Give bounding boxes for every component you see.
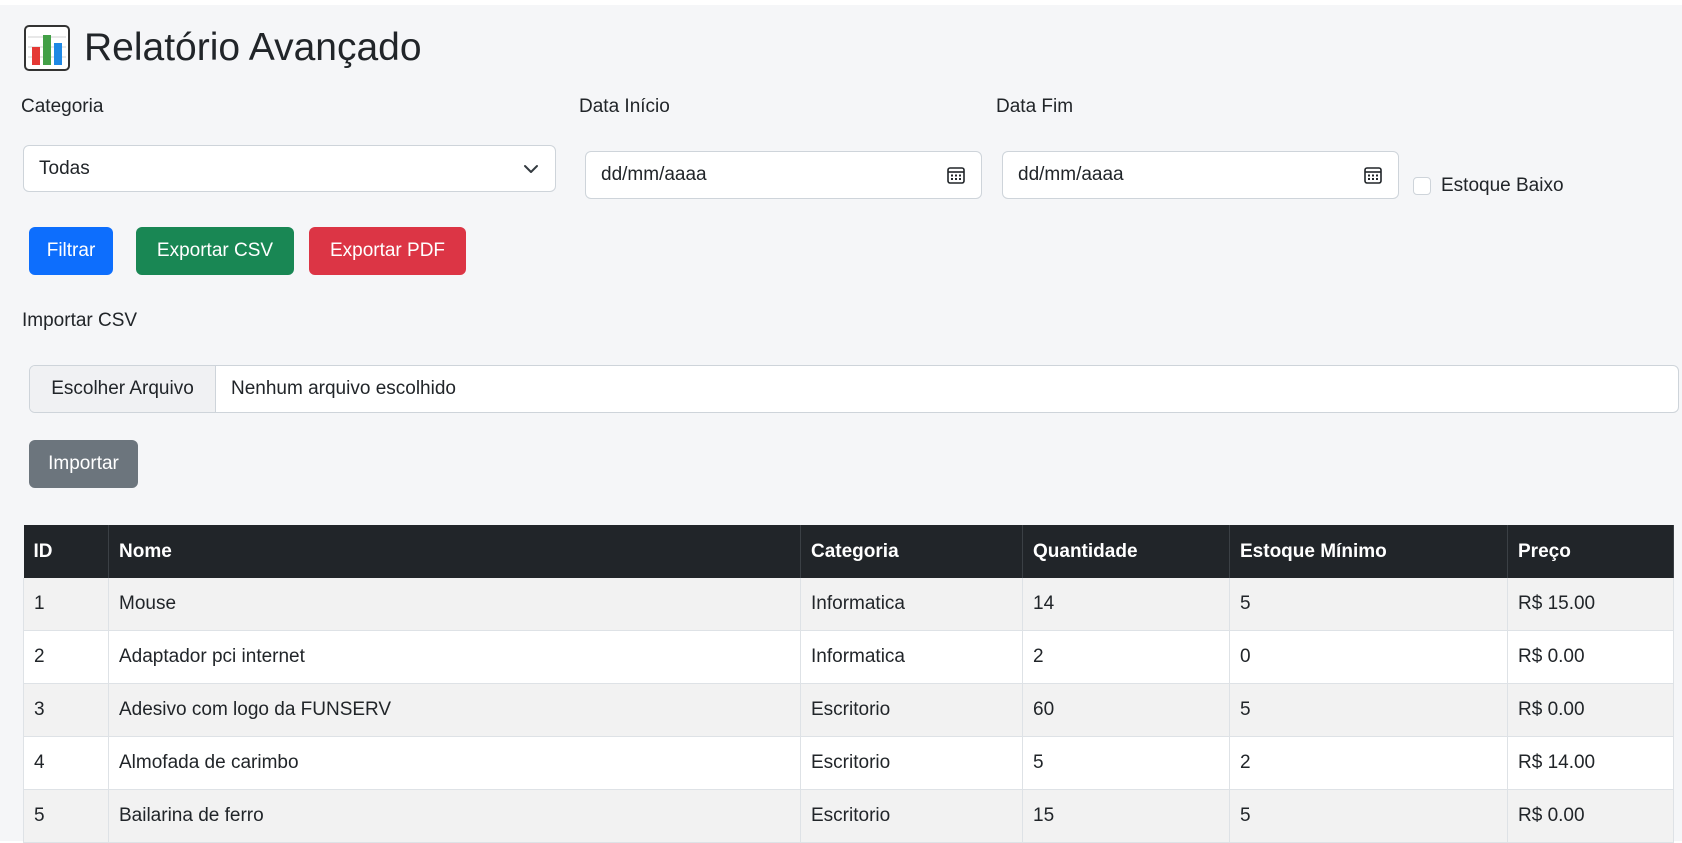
column-header-min-stock: Estoque Mínimo xyxy=(1229,525,1508,578)
cell-min-stock: 0 xyxy=(1229,630,1508,684)
page-title: Relatório Avançado xyxy=(84,26,422,69)
export-pdf-button[interactable]: Exportar PDF xyxy=(309,227,466,275)
chevron-down-icon xyxy=(524,164,538,173)
column-header-quantity: Quantidade xyxy=(1022,525,1230,578)
file-name-text: Nenhum arquivo escolhido xyxy=(231,378,456,399)
low-stock-checkbox[interactable] xyxy=(1413,177,1431,195)
calendar-icon[interactable] xyxy=(1363,165,1383,185)
cell-quantity: 2 xyxy=(1022,630,1230,684)
cell-category: Escritorio xyxy=(800,683,1023,737)
page-header: Relatório Avançado xyxy=(24,23,422,73)
cell-category: Informatica xyxy=(800,578,1023,631)
cell-id: 1 xyxy=(23,578,109,631)
column-header-id: ID xyxy=(23,525,109,578)
export-csv-button[interactable]: Exportar CSV xyxy=(136,227,294,275)
cell-price: R$ 0.00 xyxy=(1507,630,1674,684)
cell-id: 2 xyxy=(23,630,109,684)
cell-quantity: 5 xyxy=(1022,736,1230,790)
start-date-label: Data Início xyxy=(579,96,670,117)
products-table: ID Nome Categoria Quantidade Estoque Mín… xyxy=(23,525,1674,843)
cell-price: R$ 14.00 xyxy=(1507,736,1674,790)
cell-category: Informatica xyxy=(800,630,1023,684)
page: Relatório Avançado Categoria Todas Data … xyxy=(0,5,1682,843)
category-select[interactable]: Todas xyxy=(23,145,556,192)
cell-price: R$ 15.00 xyxy=(1507,578,1674,631)
cell-name: Adesivo com logo da FUNSERV xyxy=(108,683,801,737)
start-date-placeholder: dd/mm/aaaa xyxy=(601,164,707,185)
cell-name: Bailarina de ferro xyxy=(108,789,801,843)
end-date-input[interactable]: dd/mm/aaaa xyxy=(1002,151,1399,199)
cell-min-stock: 5 xyxy=(1229,683,1508,737)
column-header-price: Preço xyxy=(1507,525,1674,578)
cell-category: Escritorio xyxy=(800,736,1023,790)
low-stock-filter[interactable]: Estoque Baixo xyxy=(1413,175,1564,197)
cell-id: 5 xyxy=(23,789,109,843)
bar-chart-icon xyxy=(24,25,70,71)
calendar-icon[interactable] xyxy=(946,165,966,185)
cell-name: Almofada de carimbo xyxy=(108,736,801,790)
table-row: 4 Almofada de carimbo Escritorio 5 2 R$ … xyxy=(23,736,1674,790)
cell-id: 4 xyxy=(23,736,109,790)
table-header-row: ID Nome Categoria Quantidade Estoque Mín… xyxy=(23,525,1674,578)
cell-price: R$ 0.00 xyxy=(1507,789,1674,843)
choose-file-button[interactable]: Escolher Arquivo xyxy=(30,366,216,412)
cell-price: R$ 0.00 xyxy=(1507,683,1674,737)
end-date-label: Data Fim xyxy=(996,96,1074,117)
column-header-category: Categoria xyxy=(800,525,1023,578)
category-selected-value: Todas xyxy=(39,157,90,179)
cell-category: Escritorio xyxy=(800,789,1023,843)
cell-quantity: 60 xyxy=(1022,683,1230,737)
table-row: 1 Mouse Informatica 14 5 R$ 15.00 xyxy=(23,578,1674,631)
table-row: 2 Adaptador pci internet Informatica 2 0… xyxy=(23,630,1674,684)
cell-id: 3 xyxy=(23,683,109,737)
table-row: 5 Bailarina de ferro Escritorio 15 5 R$ … xyxy=(23,789,1674,843)
cell-name: Mouse xyxy=(108,578,801,631)
start-date-input[interactable]: dd/mm/aaaa xyxy=(585,151,982,199)
cell-min-stock: 5 xyxy=(1229,789,1508,843)
file-input[interactable]: Escolher Arquivo Nenhum arquivo escolhid… xyxy=(29,365,1679,413)
cell-min-stock: 5 xyxy=(1229,578,1508,631)
filter-button[interactable]: Filtrar xyxy=(29,227,113,275)
end-date-placeholder: dd/mm/aaaa xyxy=(1018,164,1124,185)
import-csv-label: Importar CSV xyxy=(22,310,138,331)
category-label: Categoria xyxy=(21,96,104,117)
cell-quantity: 15 xyxy=(1022,789,1230,843)
column-header-name: Nome xyxy=(108,525,801,578)
cell-quantity: 14 xyxy=(1022,578,1230,631)
cell-min-stock: 2 xyxy=(1229,736,1508,790)
table-row: 3 Adesivo com logo da FUNSERV Escritorio… xyxy=(23,683,1674,737)
cell-name: Adaptador pci internet xyxy=(108,630,801,684)
import-button[interactable]: Importar xyxy=(29,440,138,488)
low-stock-label: Estoque Baixo xyxy=(1441,175,1564,196)
